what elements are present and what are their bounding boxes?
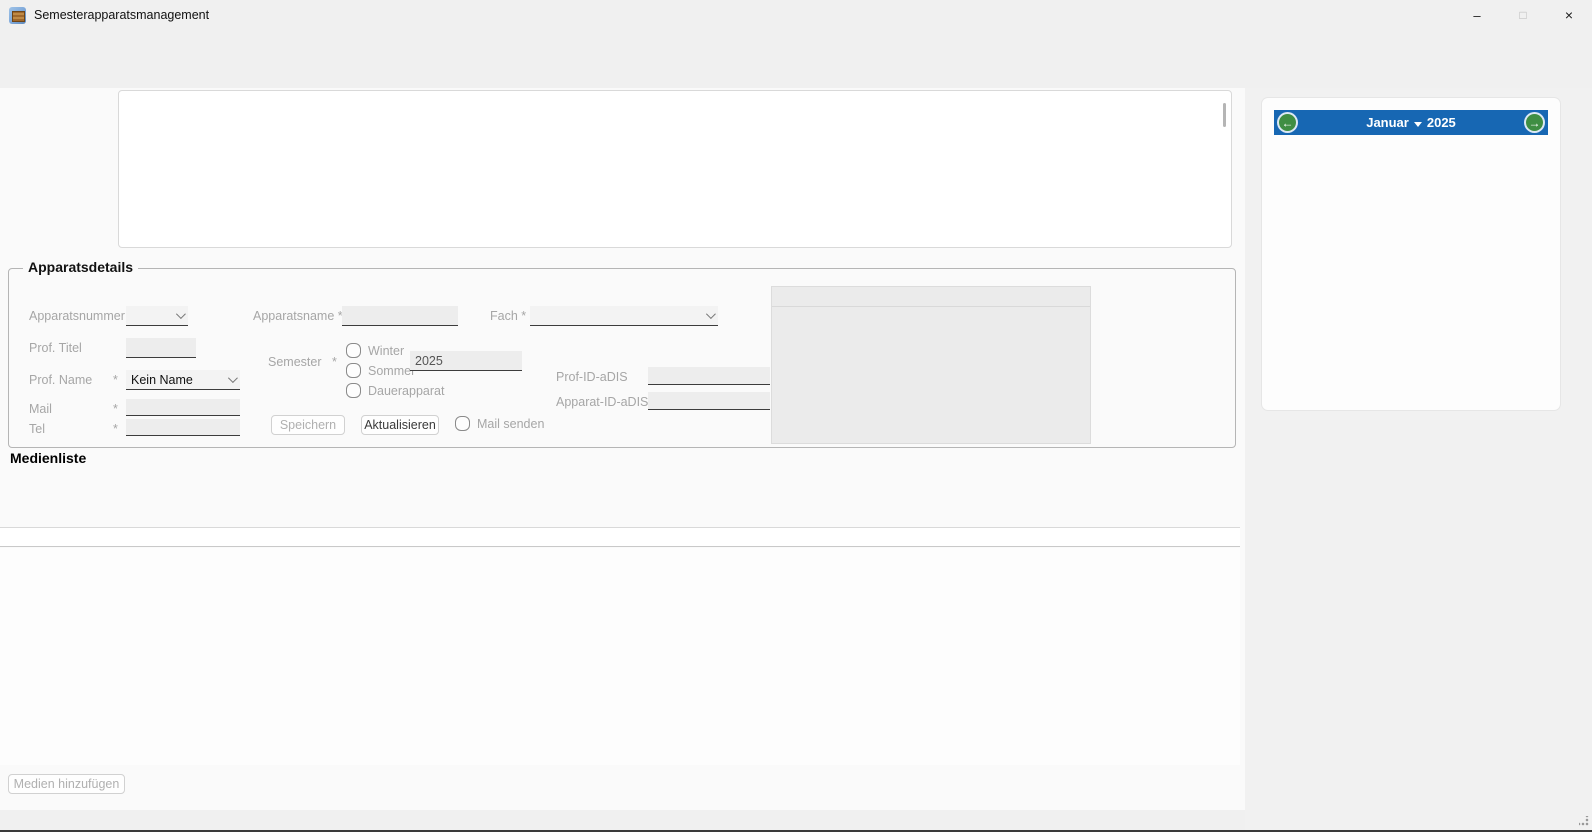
required-marker: *	[332, 355, 337, 369]
semester-label: Semester	[268, 355, 322, 369]
medien-hinzufuegen-button[interactable]: Medien hinzufügen	[8, 774, 125, 794]
minimize-icon[interactable]: –	[1454, 0, 1500, 30]
apparatsname-input[interactable]	[342, 306, 458, 326]
chevron-down-icon	[228, 373, 238, 383]
speichern-button[interactable]: Speichern	[271, 415, 345, 435]
calendar-month: Januar	[1366, 115, 1409, 130]
prof-id-adis-input[interactable]	[648, 367, 770, 385]
fach-select[interactable]	[530, 306, 718, 326]
required-marker: *	[113, 402, 118, 416]
apparatsnummer-label: Apparatsnummer	[29, 309, 125, 323]
tel-input[interactable]	[126, 419, 240, 436]
maximize-icon[interactable]: □	[1500, 0, 1546, 30]
calendar: ← Januar 2025 →	[1262, 98, 1560, 410]
table-scrollbar[interactable]	[1223, 103, 1226, 127]
calendar-next-button[interactable]: →	[1526, 114, 1543, 131]
right-panel: ← Januar 2025 →	[1245, 88, 1592, 832]
year-input[interactable]	[410, 351, 522, 371]
radio-dauerapparat-label: Dauerapparat	[368, 384, 444, 398]
tab-page-anlegen: Apparatsdetails Apparatsnummer Apparatsn…	[0, 88, 1245, 810]
tel-label: Tel	[29, 422, 45, 436]
window-controls: – □ ×	[1454, 0, 1592, 30]
groupbox-legend: Apparatsdetails	[23, 259, 138, 275]
calendar-title[interactable]: Januar 2025	[1366, 115, 1456, 130]
status-strip	[0, 810, 1245, 832]
app-icon	[9, 7, 26, 24]
titlebar: Semesterapparatsmanagement – □ ×	[0, 0, 1592, 30]
apparatsdetails-groupbox: Apparatsdetails Apparatsnummer Apparatsn…	[8, 268, 1236, 448]
menu-bar	[0, 30, 1592, 62]
radio-sommer[interactable]	[346, 363, 361, 378]
app-window: Semesterapparatsmanagement – □ × Apparat…	[0, 0, 1592, 832]
mail-senden-label: Mail senden	[477, 417, 544, 431]
required-marker: *	[113, 373, 118, 387]
prof-name-label: Prof. Name	[29, 373, 92, 387]
close-icon[interactable]: ×	[1546, 0, 1592, 30]
radio-dauerapparat[interactable]	[346, 383, 361, 398]
apparat-id-adis-input[interactable]	[648, 392, 770, 410]
radio-winter-label: Winter	[368, 344, 404, 358]
prof-name-value: Kein Name	[131, 373, 193, 387]
documents-list-header	[772, 287, 1090, 307]
chevron-down-icon	[1414, 122, 1422, 127]
chevron-down-icon	[176, 309, 186, 319]
chevron-down-icon	[706, 309, 716, 319]
calendar-prev-button[interactable]: ←	[1279, 114, 1296, 131]
mail-label: Mail	[29, 402, 52, 416]
apparatsnummer-select[interactable]	[126, 306, 188, 326]
prof-titel-label: Prof. Titel	[29, 341, 82, 355]
aktualisieren-button[interactable]: Aktualisieren	[361, 415, 439, 435]
fach-label: Fach *	[490, 309, 526, 323]
apparatsname-label: Apparatsname *	[253, 309, 343, 323]
prof-name-select[interactable]: Kein Name	[126, 370, 240, 390]
apps-table	[118, 90, 1232, 248]
required-marker: *	[113, 422, 118, 436]
mail-senden-checkbox[interactable]	[455, 416, 470, 431]
medienliste-header	[0, 527, 1240, 547]
prof-id-adis-label: Prof-ID-aDIS	[556, 370, 628, 384]
documents-list	[771, 286, 1091, 444]
resize-grip-icon[interactable]	[1579, 816, 1589, 826]
apparat-id-adis-label: Apparat-ID-aDIS	[556, 395, 648, 409]
calendar-header: ← Januar 2025 →	[1274, 110, 1548, 135]
medienliste-title: Medienliste	[10, 450, 86, 466]
prof-titel-input[interactable]	[126, 338, 196, 358]
window-title: Semesterapparatsmanagement	[34, 8, 209, 22]
mail-input[interactable]	[126, 399, 240, 416]
radio-sommer-label: Sommer	[368, 364, 415, 378]
medienliste-body	[0, 548, 1240, 765]
calendar-year: 2025	[1427, 115, 1456, 130]
radio-winter[interactable]	[346, 343, 361, 358]
